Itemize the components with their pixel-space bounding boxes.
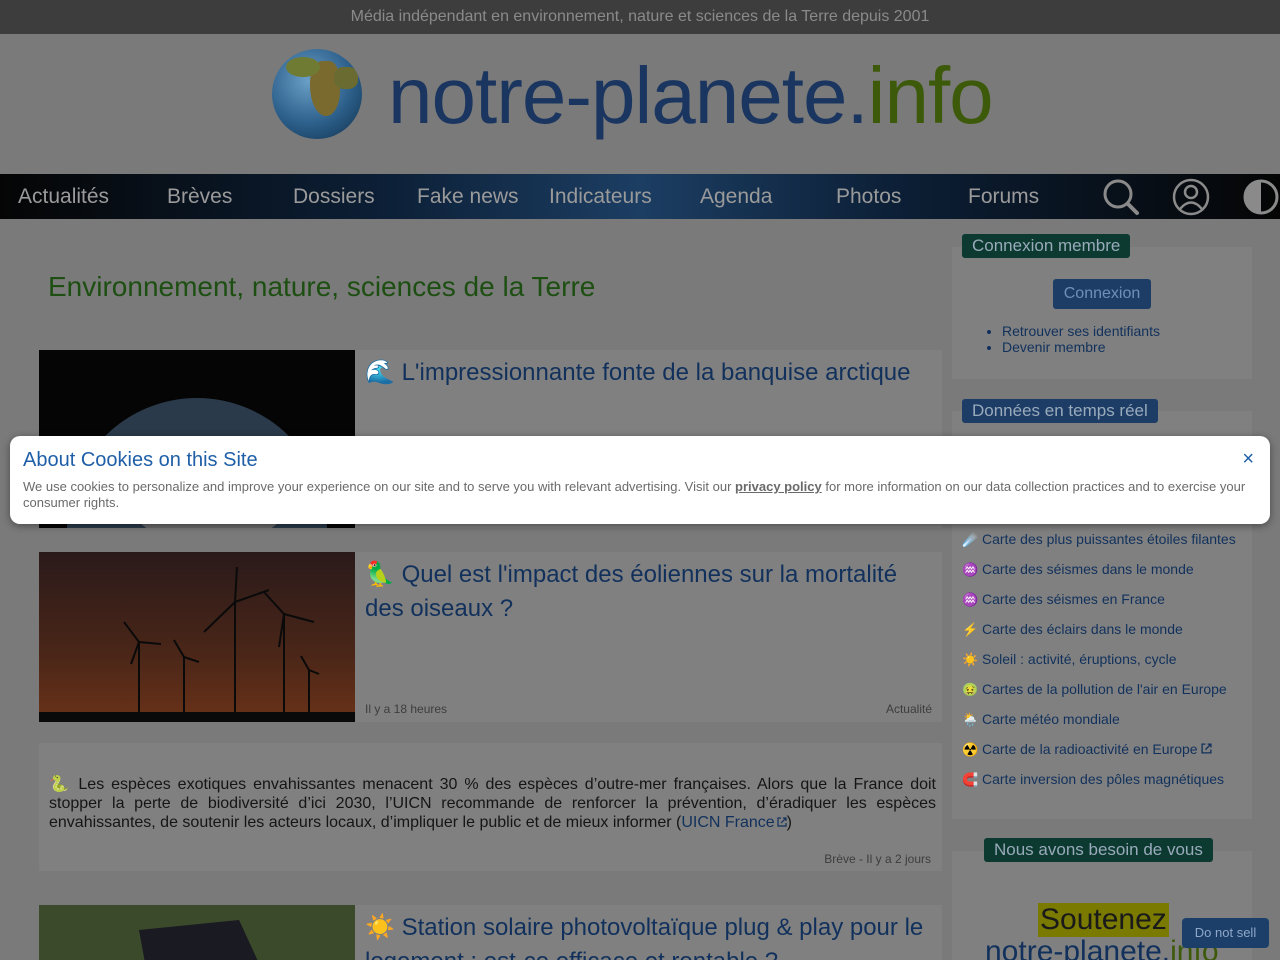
tagline-text: Média indépendant en environnement, natu… — [350, 8, 930, 25]
connexion-button[interactable]: Connexion — [1053, 279, 1151, 309]
realtime-box-title: Données en temps réel — [962, 399, 1158, 423]
realtime-item-label: Cartes de la pollution de l'air en Europ… — [982, 681, 1227, 697]
article-title-text: L'impressionnante fonte de la banquise a… — [401, 359, 911, 386]
realtime-item-label: Carte des plus puissantes étoiles filant… — [982, 531, 1236, 547]
realtime-item[interactable]: 🧲 Carte inversion des pôles magnétiques — [962, 771, 1236, 801]
close-icon[interactable]: × — [1242, 448, 1254, 471]
member-links: Retrouver ses identifiants Devenir membr… — [1002, 323, 1160, 355]
article-title-text: Quel est l'impact des éoliennes sur la m… — [365, 561, 898, 622]
privacy-policy-link[interactable]: privacy policy — [735, 479, 822, 494]
page-title: Environnement, nature, sciences de la Te… — [48, 271, 596, 302]
meteor-icon: ☄️ — [962, 532, 979, 547]
realtime-item-label: Carte des séismes en France — [982, 591, 1165, 607]
realtime-list: ☄️ Carte des plus puissantes étoiles fila… — [962, 531, 1236, 801]
realtime-item[interactable]: 🤢 Cartes de la pollution de l'air en Euro… — [962, 681, 1236, 711]
site-logo[interactable]: notre-planete.info — [388, 48, 994, 144]
breve-close-paren: ) — [786, 814, 792, 831]
nav-item-breves[interactable]: Brèves — [167, 174, 232, 219]
nav-item-indicateurs[interactable]: Indicateurs — [549, 174, 652, 219]
article-card[interactable]: ☀️ Station solaire photovoltaïque plug &… — [39, 905, 942, 960]
breve-source-link[interactable]: UICN France — [681, 814, 774, 831]
realtime-item-label: Carte des séismes dans le monde — [982, 561, 1194, 577]
logo-suffix: info — [867, 51, 994, 140]
realtime-item[interactable]: ☢️ Carte de la radioactivité en Europe — [962, 741, 1236, 771]
cookie-banner-title: About Cookies on this Site — [23, 449, 258, 471]
realtime-item-label: Carte de la radioactivité en Europe — [982, 741, 1198, 757]
become-member-link[interactable]: Devenir membre — [1002, 339, 1160, 355]
support-logo-name: notre-planete. — [985, 935, 1171, 960]
support-box-title: Nous avons besoin de vous — [984, 838, 1213, 862]
article-title-text: Station solaire photovoltaïque plug & pl… — [365, 914, 924, 960]
realtime-item-label: Carte météo mondiale — [982, 711, 1120, 727]
member-box-title: Connexion membre — [962, 234, 1131, 258]
logo-name: notre-planete. — [388, 51, 869, 140]
breve-emoji-icon: 🐍 — [49, 776, 72, 793]
nav-item-dossiers[interactable]: Dossiers — [293, 174, 375, 219]
cookie-banner: About Cookies on this Site × We use cook… — [10, 436, 1270, 524]
article-category: Actualité — [885, 702, 932, 716]
article-time: Il y a 18 heures — [365, 702, 448, 716]
article-image[interactable] — [39, 905, 355, 960]
article-card[interactable]: 🦜 Quel est l'impact des éoliennes sur la… — [39, 552, 942, 722]
realtime-item[interactable]: ☄️ Carte des plus puissantes étoiles fila… — [962, 531, 1236, 561]
external-link-icon — [777, 817, 787, 827]
cookie-banner-text: We use cookies to personalize and improv… — [23, 479, 1263, 511]
breve-card: 🐍 Les espèces exotiques envahissantes me… — [39, 743, 942, 871]
breve-body: Les espèces exotiques envahissantes mena… — [49, 776, 937, 831]
nav-item-fake-news[interactable]: Fake news — [417, 174, 519, 219]
cookie-text-before: We use cookies to personalize and improv… — [23, 479, 736, 494]
nav-item-photos[interactable]: Photos — [836, 174, 901, 219]
weather-icon: 🌦️ — [962, 712, 979, 727]
globe-logo-icon[interactable] — [272, 49, 362, 139]
member-box: Connexion Retrouver ses identifiants Dev… — [952, 247, 1252, 379]
main-content: Environnement, nature, sciences de la Te… — [0, 219, 1280, 960]
realtime-item-label: Soleil : activité, éruptions, cycle — [982, 651, 1177, 667]
realtime-item[interactable]: 🌦️ Carte météo mondiale — [962, 711, 1236, 741]
nauseated-face-icon: 🤢 — [962, 682, 979, 697]
seismic-icon: ♒ — [962, 562, 979, 577]
realtime-item[interactable]: ☀️ Soleil : activité, éruptions, cycle — [962, 651, 1236, 681]
nav-item-actualites[interactable]: Actualités — [18, 174, 109, 219]
article-image[interactable] — [39, 552, 355, 722]
article-title[interactable]: 🦜 Quel est l'impact des éoliennes sur la… — [365, 558, 930, 626]
nav-item-forums[interactable]: Forums — [968, 174, 1039, 219]
do-not-sell-button[interactable]: Do not sell — [1182, 918, 1269, 948]
lightning-icon: ⚡ — [962, 622, 979, 637]
site-header: notre-planete.info — [0, 34, 1280, 174]
realtime-item[interactable]: ♒ Carte des séismes en France — [962, 591, 1236, 621]
realtime-item[interactable]: ♒ Carte des séismes dans le monde — [962, 561, 1236, 591]
article-title[interactable]: 🌊 L'impressionnante fonte de la banquise… — [365, 356, 930, 390]
nav-item-agenda[interactable]: Agenda — [700, 174, 772, 219]
user-icon[interactable] — [1172, 178, 1210, 216]
article-emoji-icon: 🦜 — [365, 561, 395, 588]
recover-credentials-link[interactable]: Retrouver ses identifiants — [1002, 323, 1160, 339]
article-emoji-icon: 🌊 — [365, 359, 395, 386]
realtime-item[interactable]: ⚡ Carte des éclairs dans le monde — [962, 621, 1236, 651]
realtime-item-label: Carte des éclairs dans le monde — [982, 621, 1183, 637]
sun-icon: ☀️ — [962, 652, 979, 667]
radioactive-icon: ☢️ — [962, 742, 979, 757]
article-title[interactable]: ☀️ Station solaire photovoltaïque plug &… — [365, 911, 930, 960]
support-heading[interactable]: Soutenez — [1038, 903, 1169, 937]
article-emoji-icon: ☀️ — [365, 914, 395, 941]
main-nav: Actualités Brèves Dossiers Fake news Ind… — [0, 174, 1280, 219]
realtime-item-label: Carte inversion des pôles magnétiques — [982, 771, 1225, 787]
search-icon[interactable] — [1102, 178, 1140, 216]
magnet-icon: 🧲 — [962, 772, 979, 787]
seismic-icon: ♒ — [962, 592, 979, 607]
breve-text: 🐍 Les espèces exotiques envahissantes me… — [49, 775, 936, 832]
breve-meta: Brève - Il y a 2 jours — [824, 852, 931, 866]
tagline-bar: Média indépendant en environnement, natu… — [0, 0, 1280, 34]
external-link-icon — [1201, 743, 1212, 754]
contrast-icon[interactable] — [1242, 178, 1280, 216]
